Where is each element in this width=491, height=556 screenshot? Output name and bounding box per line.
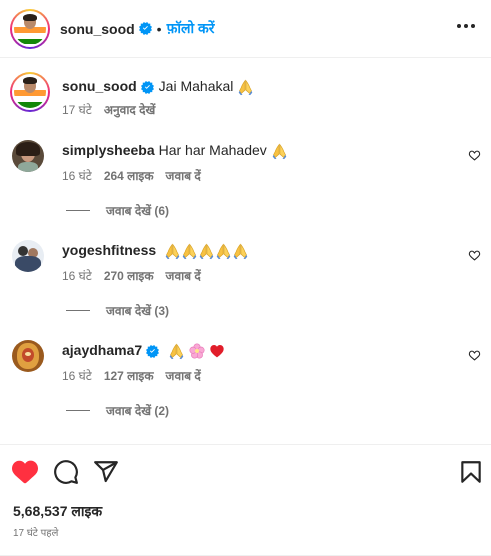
- view-replies-button[interactable]: जवाब देखें (3): [66, 302, 169, 319]
- comment-username[interactable]: simplysheeba: [62, 142, 155, 158]
- reply-button[interactable]: जवाब दें: [166, 267, 201, 284]
- praying-hands-emoji: [271, 143, 288, 160]
- replies-divider: [66, 310, 90, 311]
- post-actions: 5,68,537 लाइक 17 घंटे पहले: [0, 444, 491, 556]
- author-avatar[interactable]: [10, 8, 50, 49]
- view-replies-button[interactable]: जवाब देखें (2): [66, 402, 169, 419]
- bookmark-icon[interactable]: [458, 459, 484, 485]
- comment-text: ajaydhama7: [62, 342, 225, 360]
- comment-username[interactable]: ajaydhama7: [62, 342, 142, 358]
- praying-hands-emoji: [198, 243, 215, 260]
- comment-text: yogeshfitness: [62, 242, 249, 260]
- comment-meta: 16 घंटे 270 लाइक जवाब दें: [62, 267, 201, 284]
- comment-username[interactable]: yogeshfitness: [62, 242, 156, 258]
- red-heart-emoji: [210, 345, 224, 358]
- view-replies-label: जवाब देखें (2): [106, 404, 170, 418]
- comment-body: Har har Mahadev: [158, 142, 267, 158]
- commenter-avatar[interactable]: [12, 340, 44, 372]
- view-replies-button[interactable]: जवाब देखें (6): [66, 202, 169, 219]
- comment-icon[interactable]: [53, 459, 79, 485]
- follow-button[interactable]: फ़ॉलो करें: [167, 19, 215, 38]
- heart-outline-icon[interactable]: [468, 349, 481, 362]
- separator-dot: •: [156, 20, 162, 37]
- caption-meta: 17 घंटे अनुवाद देखें: [62, 101, 155, 118]
- replies-divider: [66, 410, 90, 411]
- praying-hands-emoji: [164, 243, 181, 260]
- comment-time: 16 घंटे: [62, 369, 92, 383]
- heart-outline-icon[interactable]: [468, 149, 481, 162]
- translate-button[interactable]: अनुवाद देखें: [104, 101, 156, 118]
- comment-text: simplysheeba Har har Mahadev: [62, 142, 288, 160]
- comment-likes[interactable]: 127 लाइक: [104, 367, 154, 384]
- comment-item: yogeshfitness 16 घंटे 270 लाइक जवाब दें …: [0, 240, 491, 320]
- comment-item: simplysheeba Har har Mahadev 16 घंटे 264 …: [0, 140, 491, 220]
- praying-hands-emoji: [168, 343, 185, 360]
- posted-time[interactable]: 17 घंटे पहले: [13, 525, 58, 539]
- comment-meta: 16 घंटे 264 लाइक जवाब दें: [62, 167, 201, 184]
- caption-username[interactable]: sonu_sood: [62, 78, 137, 94]
- replies-divider: [66, 210, 90, 211]
- comment-likes[interactable]: 270 लाइक: [104, 267, 154, 284]
- reply-button[interactable]: जवाब दें: [166, 367, 201, 384]
- comment-item: ajaydhama7 16 घंटे 127 लाइक जवाब दें जवा…: [0, 340, 491, 420]
- commenter-avatar[interactable]: [12, 140, 44, 172]
- view-replies-label: जवाब देखें (6): [106, 204, 170, 218]
- post-header: sonu_sood • फ़ॉलो करें: [0, 0, 491, 58]
- flower-emoji: [189, 343, 205, 359]
- verified-icon: [141, 81, 154, 94]
- praying-hands-emoji: [181, 243, 198, 260]
- comment-likes[interactable]: 264 लाइक: [104, 167, 154, 184]
- caption-text: sonu_sood Jai Mahakal: [62, 78, 254, 96]
- caption-avatar[interactable]: [10, 72, 50, 112]
- praying-hands-emoji: [215, 243, 232, 260]
- author-username[interactable]: sonu_sood: [60, 21, 135, 37]
- praying-hands-emoji: [237, 79, 254, 96]
- reply-button[interactable]: जवाब दें: [166, 167, 201, 184]
- caption-row: sonu_sood Jai Mahakal 17 घंटे अनुवाद देखे…: [0, 72, 491, 122]
- comment-time: 16 घंटे: [62, 169, 92, 183]
- heart-filled-icon[interactable]: [12, 459, 38, 485]
- more-options-icon[interactable]: [457, 20, 475, 32]
- comment-meta: 16 घंटे 127 लाइक जवाब दें: [62, 367, 201, 384]
- like-count[interactable]: 5,68,537 लाइक: [13, 502, 102, 521]
- verified-icon: [146, 345, 159, 358]
- verified-icon: [139, 22, 152, 35]
- praying-hands-emoji: [232, 243, 249, 260]
- heart-outline-icon[interactable]: [468, 249, 481, 262]
- share-icon[interactable]: [93, 459, 119, 485]
- caption-body: Jai Mahakal: [158, 78, 234, 94]
- comment-time: 16 घंटे: [62, 269, 92, 283]
- view-replies-label: जवाब देखें (3): [106, 304, 170, 318]
- caption-time: 17 घंटे: [62, 103, 92, 117]
- commenter-avatar[interactable]: [12, 240, 44, 272]
